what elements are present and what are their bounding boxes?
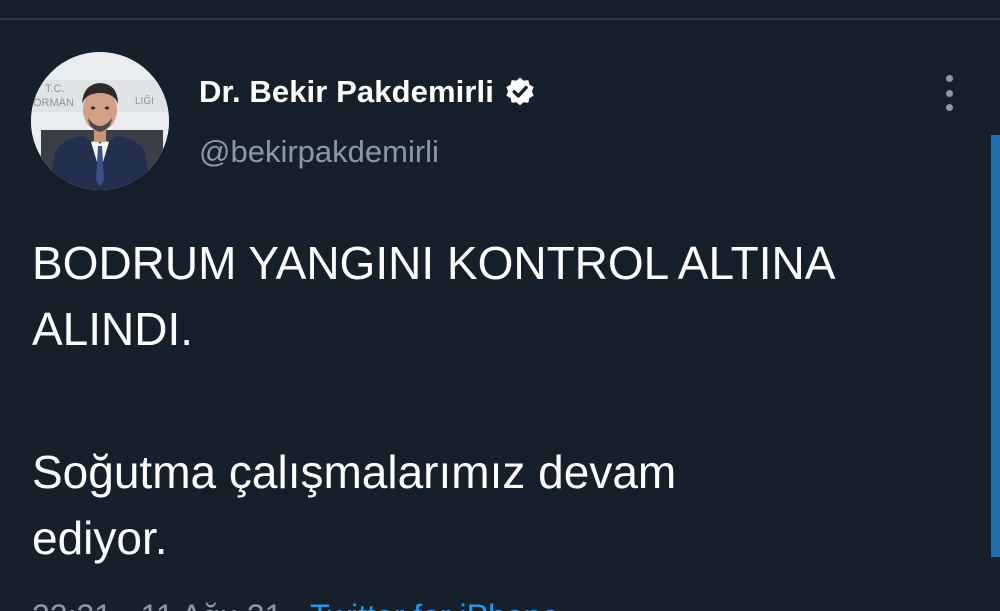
tweet-meta-row: 22:31 · 11 Ağu 21 · Twitter for iPhone (32, 598, 559, 611)
meta-separator: · (291, 598, 310, 611)
tweet-timestamp[interactable]: 22:31 · 11 Ağu 21 (32, 598, 282, 611)
author-name-row[interactable]: Dr. Bekir Pakdemirli (199, 70, 536, 114)
avatar-photo: T.C. ORMAN LIĞI (31, 52, 169, 190)
avatar[interactable]: T.C. ORMAN LIĞI (31, 52, 169, 190)
avatar-banner-text-1: T.C. (45, 83, 65, 95)
tweet-text-line: ALINDI. (32, 303, 194, 355)
scrollbar[interactable] (991, 135, 1000, 557)
tweet-screen: T.C. ORMAN LIĞI Dr. Bekir Pakdemirli @be… (0, 0, 1000, 611)
author-display-name[interactable]: Dr. Bekir Pakdemirli (199, 74, 494, 110)
tweet-text-line: BODRUM YANGINI KONTROL ALTINA (32, 237, 836, 289)
top-divider (0, 18, 1000, 20)
more-vertical-icon-dot (945, 89, 953, 97)
more-vertical-icon-dot (945, 104, 953, 111)
avatar-banner-text-2: ORMAN (33, 97, 74, 109)
tweet-text: BODRUM YANGINI KONTROL ALTINA ALINDI. So… (32, 230, 982, 571)
paragraph-break (32, 362, 982, 439)
tweet-text-line: ediyor. (32, 512, 168, 564)
author-handle[interactable]: @bekirpakdemirli (199, 134, 439, 170)
avatar-banner-text-3: LIĞI (135, 94, 154, 107)
tweet-text-line: Soğutma çalışmalarımız devam (32, 446, 677, 498)
tweet-source-link[interactable]: Twitter for iPhone (310, 598, 559, 611)
verified-badge-icon (504, 76, 536, 108)
more-options-button[interactable] (932, 72, 966, 114)
more-vertical-icon (945, 75, 953, 82)
